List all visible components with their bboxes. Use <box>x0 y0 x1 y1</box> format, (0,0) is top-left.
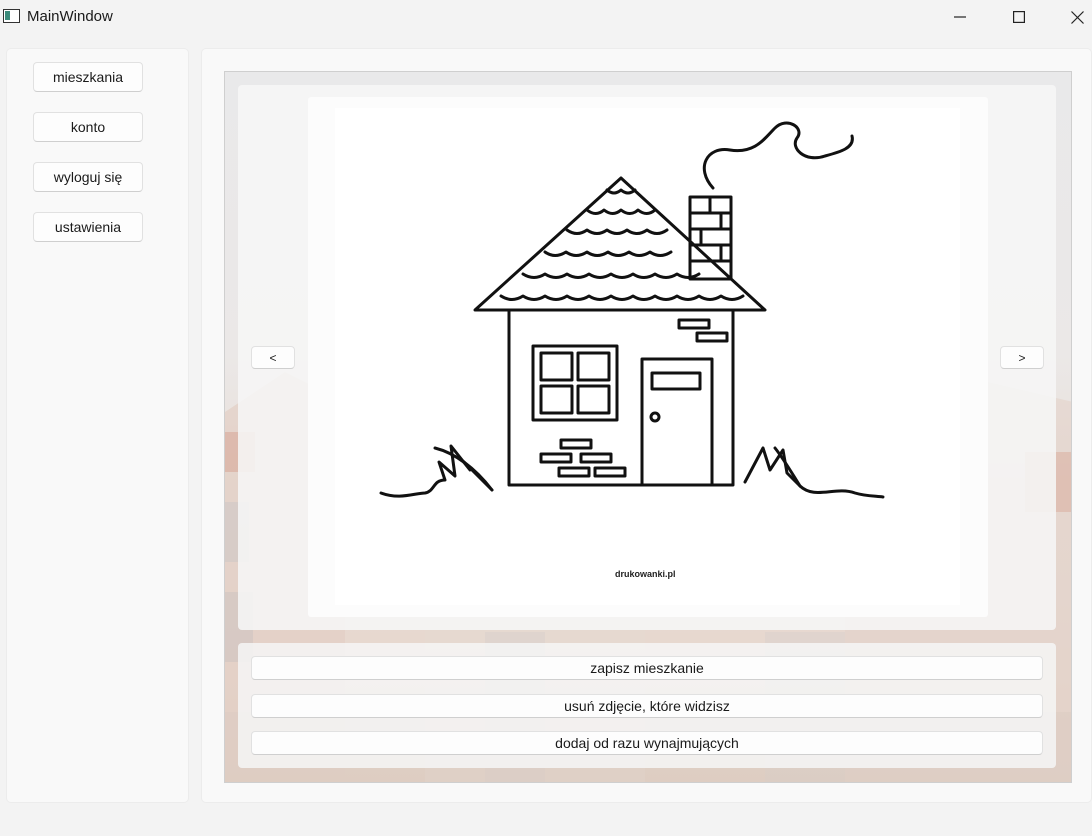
sidebar-item-mieszkania[interactable]: mieszkania <box>33 62 143 92</box>
previous-image-button[interactable]: < <box>251 346 295 369</box>
minimize-button[interactable] <box>937 0 983 34</box>
sidebar-item-settings[interactable]: ustawienia <box>33 212 143 242</box>
title-bar: MainWindow <box>0 0 1092 34</box>
close-icon <box>1070 10 1084 24</box>
maximize-icon <box>1013 11 1025 23</box>
add-tenants-button[interactable]: dodaj od razu wynajmujących <box>251 731 1043 755</box>
window-title: MainWindow <box>27 8 113 25</box>
apartment-photo: drukowanki.pl <box>335 108 960 605</box>
next-image-button[interactable]: > <box>1000 346 1044 369</box>
sidebar: mieszkania konto wyloguj się ustawienia <box>6 48 189 803</box>
sidebar-item-konto[interactable]: konto <box>33 112 143 142</box>
maximize-button[interactable] <box>996 0 1042 34</box>
minimize-icon <box>954 16 966 18</box>
sidebar-item-logout[interactable]: wyloguj się <box>33 162 143 192</box>
close-button[interactable] <box>1054 0 1092 34</box>
app-window-icon <box>3 9 20 23</box>
house-drawing: drukowanki.pl <box>379 121 885 579</box>
save-apartment-button[interactable]: zapisz mieszkanie <box>251 656 1043 680</box>
image-watermark: drukowanki.pl <box>615 569 676 579</box>
delete-photo-button[interactable]: usuń zdjęcie, które widzisz <box>251 694 1043 718</box>
